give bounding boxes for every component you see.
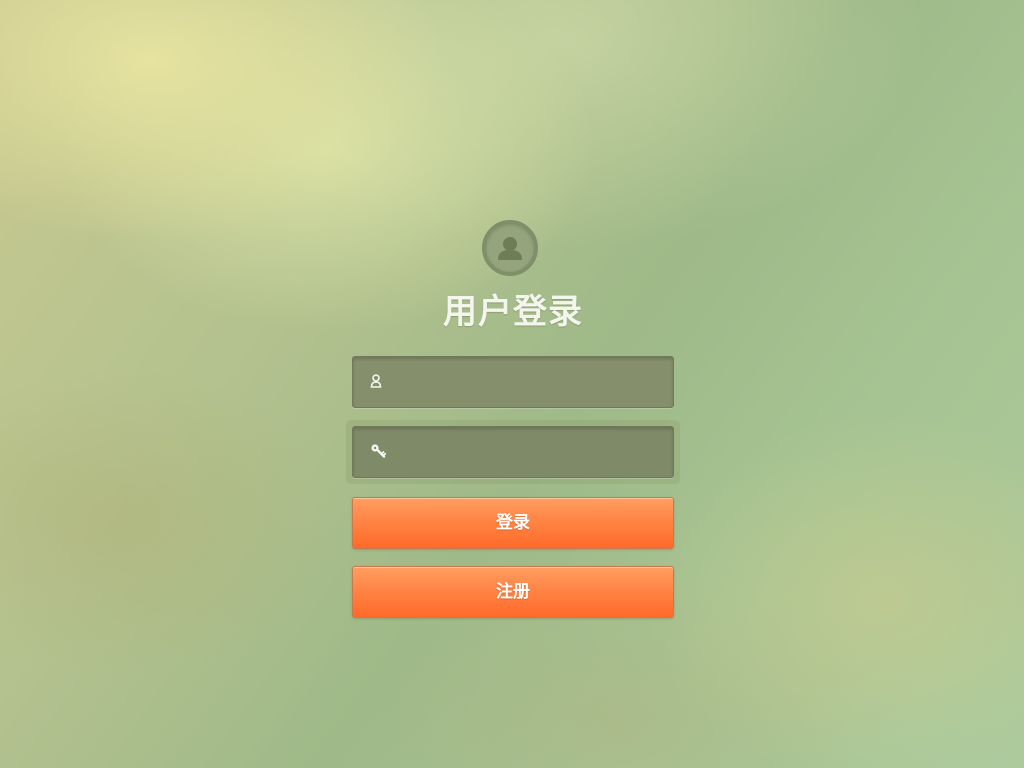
password-field-group (346, 420, 680, 484)
login-button[interactable]: 登录 (352, 497, 674, 549)
password-field (352, 426, 674, 479)
user-avatar-icon (482, 220, 538, 276)
username-input[interactable] (399, 357, 667, 409)
register-button[interactable]: 注册 (352, 566, 674, 618)
user-icon (370, 372, 390, 392)
username-field (352, 356, 674, 409)
username-field-group (352, 356, 674, 409)
page-title: 用户登录 (443, 292, 583, 332)
password-input[interactable] (399, 427, 667, 479)
key-icon (370, 442, 390, 462)
